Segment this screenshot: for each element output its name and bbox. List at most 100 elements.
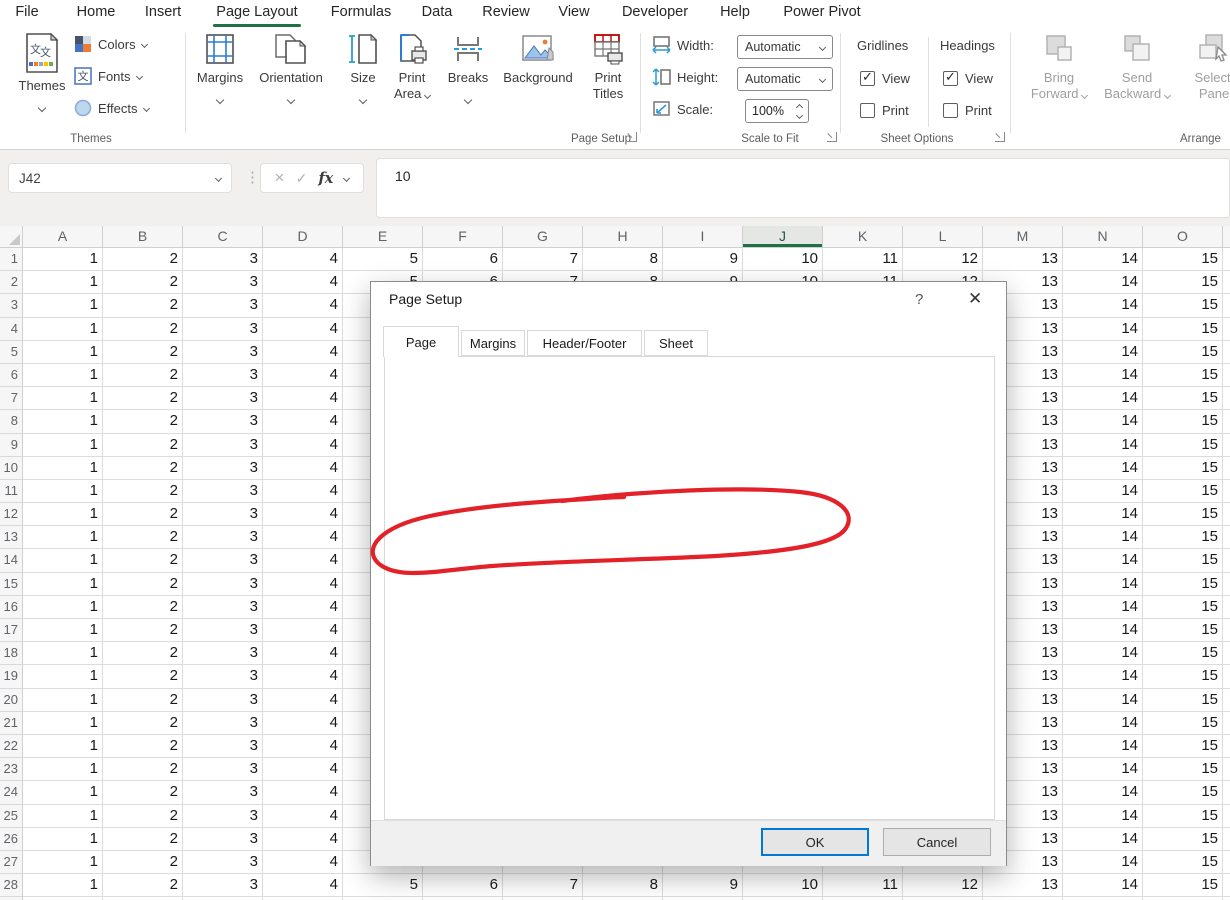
- grid-cell-A12[interactable]: 1: [23, 503, 103, 526]
- scale-to-fit-dialog-launcher[interactable]: [827, 132, 837, 142]
- grid-cell-D15[interactable]: 4: [263, 573, 343, 596]
- grid-cell-partial[interactable]: [1223, 457, 1230, 480]
- grid-cell-B19[interactable]: 2: [103, 665, 183, 688]
- grid-cell-N17[interactable]: 14: [1063, 619, 1143, 642]
- column-header-M[interactable]: M: [983, 226, 1063, 248]
- grid-cell-C13[interactable]: 3: [183, 526, 263, 549]
- grid-cell-D28[interactable]: 4: [263, 874, 343, 897]
- column-header-L[interactable]: L: [903, 226, 983, 248]
- grid-cell-C3[interactable]: 3: [183, 294, 263, 317]
- row-header-24[interactable]: 24: [0, 781, 23, 804]
- grid-cell-N4[interactable]: 14: [1063, 318, 1143, 341]
- grid-cell-N28[interactable]: 14: [1063, 874, 1143, 897]
- row-header-8[interactable]: 8: [0, 410, 23, 433]
- grid-cell-N12[interactable]: 14: [1063, 503, 1143, 526]
- row-header-23[interactable]: 23: [0, 758, 23, 781]
- row-header-3[interactable]: 3: [0, 294, 23, 317]
- grid-cell-N25[interactable]: 14: [1063, 805, 1143, 828]
- grid-cell-A20[interactable]: 1: [23, 689, 103, 712]
- grid-cell-D14[interactable]: 4: [263, 549, 343, 572]
- grid-cell-N14[interactable]: 14: [1063, 549, 1143, 572]
- row-header-5[interactable]: 5: [0, 341, 23, 364]
- grid-cell-partial[interactable]: [1223, 248, 1230, 271]
- grid-cell-D18[interactable]: 4: [263, 642, 343, 665]
- grid-cell-A3[interactable]: 1: [23, 294, 103, 317]
- grid-cell-O24[interactable]: 15: [1143, 781, 1223, 804]
- row-header-22[interactable]: 22: [0, 735, 23, 758]
- height-combobox[interactable]: Automatic: [737, 67, 833, 91]
- gridlines-view-checkbox[interactable]: View: [860, 71, 910, 86]
- ribbon-tab-page-layout[interactable]: Page Layout: [216, 4, 297, 20]
- grid-cell-O26[interactable]: 15: [1143, 828, 1223, 851]
- grid-cell-A10[interactable]: 1: [23, 457, 103, 480]
- grid-cell-A23[interactable]: 1: [23, 758, 103, 781]
- grid-cell-O19[interactable]: 15: [1143, 665, 1223, 688]
- grid-cell-K1[interactable]: 11: [823, 248, 903, 271]
- tab-margins[interactable]: Margins: [461, 330, 525, 356]
- grid-cell-A5[interactable]: 1: [23, 341, 103, 364]
- ribbon-tab-power-pivot[interactable]: Power Pivot: [783, 4, 860, 20]
- select-all-corner[interactable]: [0, 226, 23, 248]
- grid-cell-D17[interactable]: 4: [263, 619, 343, 642]
- row-header-25[interactable]: 25: [0, 805, 23, 828]
- grid-cell-partial[interactable]: [1223, 665, 1230, 688]
- grid-cell-C2[interactable]: 3: [183, 271, 263, 294]
- grid-cell-C19[interactable]: 3: [183, 665, 263, 688]
- page-setup-dialog-launcher[interactable]: [627, 132, 637, 142]
- column-header-N[interactable]: N: [1063, 226, 1143, 248]
- grid-cell-D10[interactable]: 4: [263, 457, 343, 480]
- breaks-button[interactable]: Breaks: [442, 33, 494, 108]
- grid-cell-B23[interactable]: 2: [103, 758, 183, 781]
- ok-button[interactable]: OK: [761, 828, 869, 856]
- grid-cell-partial[interactable]: [1223, 781, 1230, 804]
- grid-cell-F28[interactable]: 6: [423, 874, 503, 897]
- grid-cell-partial[interactable]: [1223, 642, 1230, 665]
- grid-cell-O14[interactable]: 15: [1143, 549, 1223, 572]
- grid-cell-C18[interactable]: 3: [183, 642, 263, 665]
- formula-bar-handle-icon[interactable]: ⋮: [245, 168, 260, 186]
- grid-cell-O7[interactable]: 15: [1143, 387, 1223, 410]
- grid-cell-O17[interactable]: 15: [1143, 619, 1223, 642]
- grid-cell-N24[interactable]: 14: [1063, 781, 1143, 804]
- grid-cell-D23[interactable]: 4: [263, 758, 343, 781]
- ribbon-tab-insert[interactable]: Insert: [145, 4, 181, 20]
- grid-cell-A21[interactable]: 1: [23, 712, 103, 735]
- grid-cell-O10[interactable]: 15: [1143, 457, 1223, 480]
- grid-cell-C17[interactable]: 3: [183, 619, 263, 642]
- grid-cell-K28[interactable]: 11: [823, 874, 903, 897]
- grid-cell-B4[interactable]: 2: [103, 318, 183, 341]
- headings-print-checkbox[interactable]: Print: [943, 103, 992, 118]
- sheet-options-dialog-launcher[interactable]: [995, 132, 1005, 142]
- column-header-F[interactable]: F: [423, 226, 503, 248]
- grid-cell-B8[interactable]: 2: [103, 410, 183, 433]
- grid-cell-G28[interactable]: 7: [503, 874, 583, 897]
- grid-cell-B2[interactable]: 2: [103, 271, 183, 294]
- grid-cell-D26[interactable]: 4: [263, 828, 343, 851]
- grid-cell-partial[interactable]: [1223, 619, 1230, 642]
- grid-cell-B28[interactable]: 2: [103, 874, 183, 897]
- grid-cell-B6[interactable]: 2: [103, 364, 183, 387]
- margins-button[interactable]: Margins: [196, 33, 244, 108]
- column-header-partial[interactable]: [1223, 226, 1230, 248]
- grid-cell-N13[interactable]: 14: [1063, 526, 1143, 549]
- orientation-button[interactable]: Orientation: [252, 33, 330, 108]
- grid-cell-O27[interactable]: 15: [1143, 851, 1223, 874]
- grid-cell-C15[interactable]: 3: [183, 573, 263, 596]
- cancel-entry-icon[interactable]: ×: [275, 168, 285, 188]
- grid-cell-O1[interactable]: 15: [1143, 248, 1223, 271]
- grid-cell-partial[interactable]: [1223, 828, 1230, 851]
- grid-cell-O8[interactable]: 15: [1143, 410, 1223, 433]
- row-header-17[interactable]: 17: [0, 619, 23, 642]
- grid-cell-O22[interactable]: 15: [1143, 735, 1223, 758]
- column-header-E[interactable]: E: [343, 226, 423, 248]
- fonts-button[interactable]: 文 Fonts: [74, 67, 142, 85]
- grid-cell-C9[interactable]: 3: [183, 434, 263, 457]
- grid-cell-B18[interactable]: 2: [103, 642, 183, 665]
- width-combobox[interactable]: Automatic: [737, 35, 833, 59]
- themes-button[interactable]: 文 文 Themes: [14, 33, 70, 116]
- grid-cell-N7[interactable]: 14: [1063, 387, 1143, 410]
- grid-cell-partial[interactable]: [1223, 410, 1230, 433]
- ribbon-tab-home[interactable]: Home: [77, 4, 116, 20]
- print-area-button[interactable]: Print Area: [386, 33, 438, 102]
- ribbon-tab-view[interactable]: View: [558, 4, 589, 20]
